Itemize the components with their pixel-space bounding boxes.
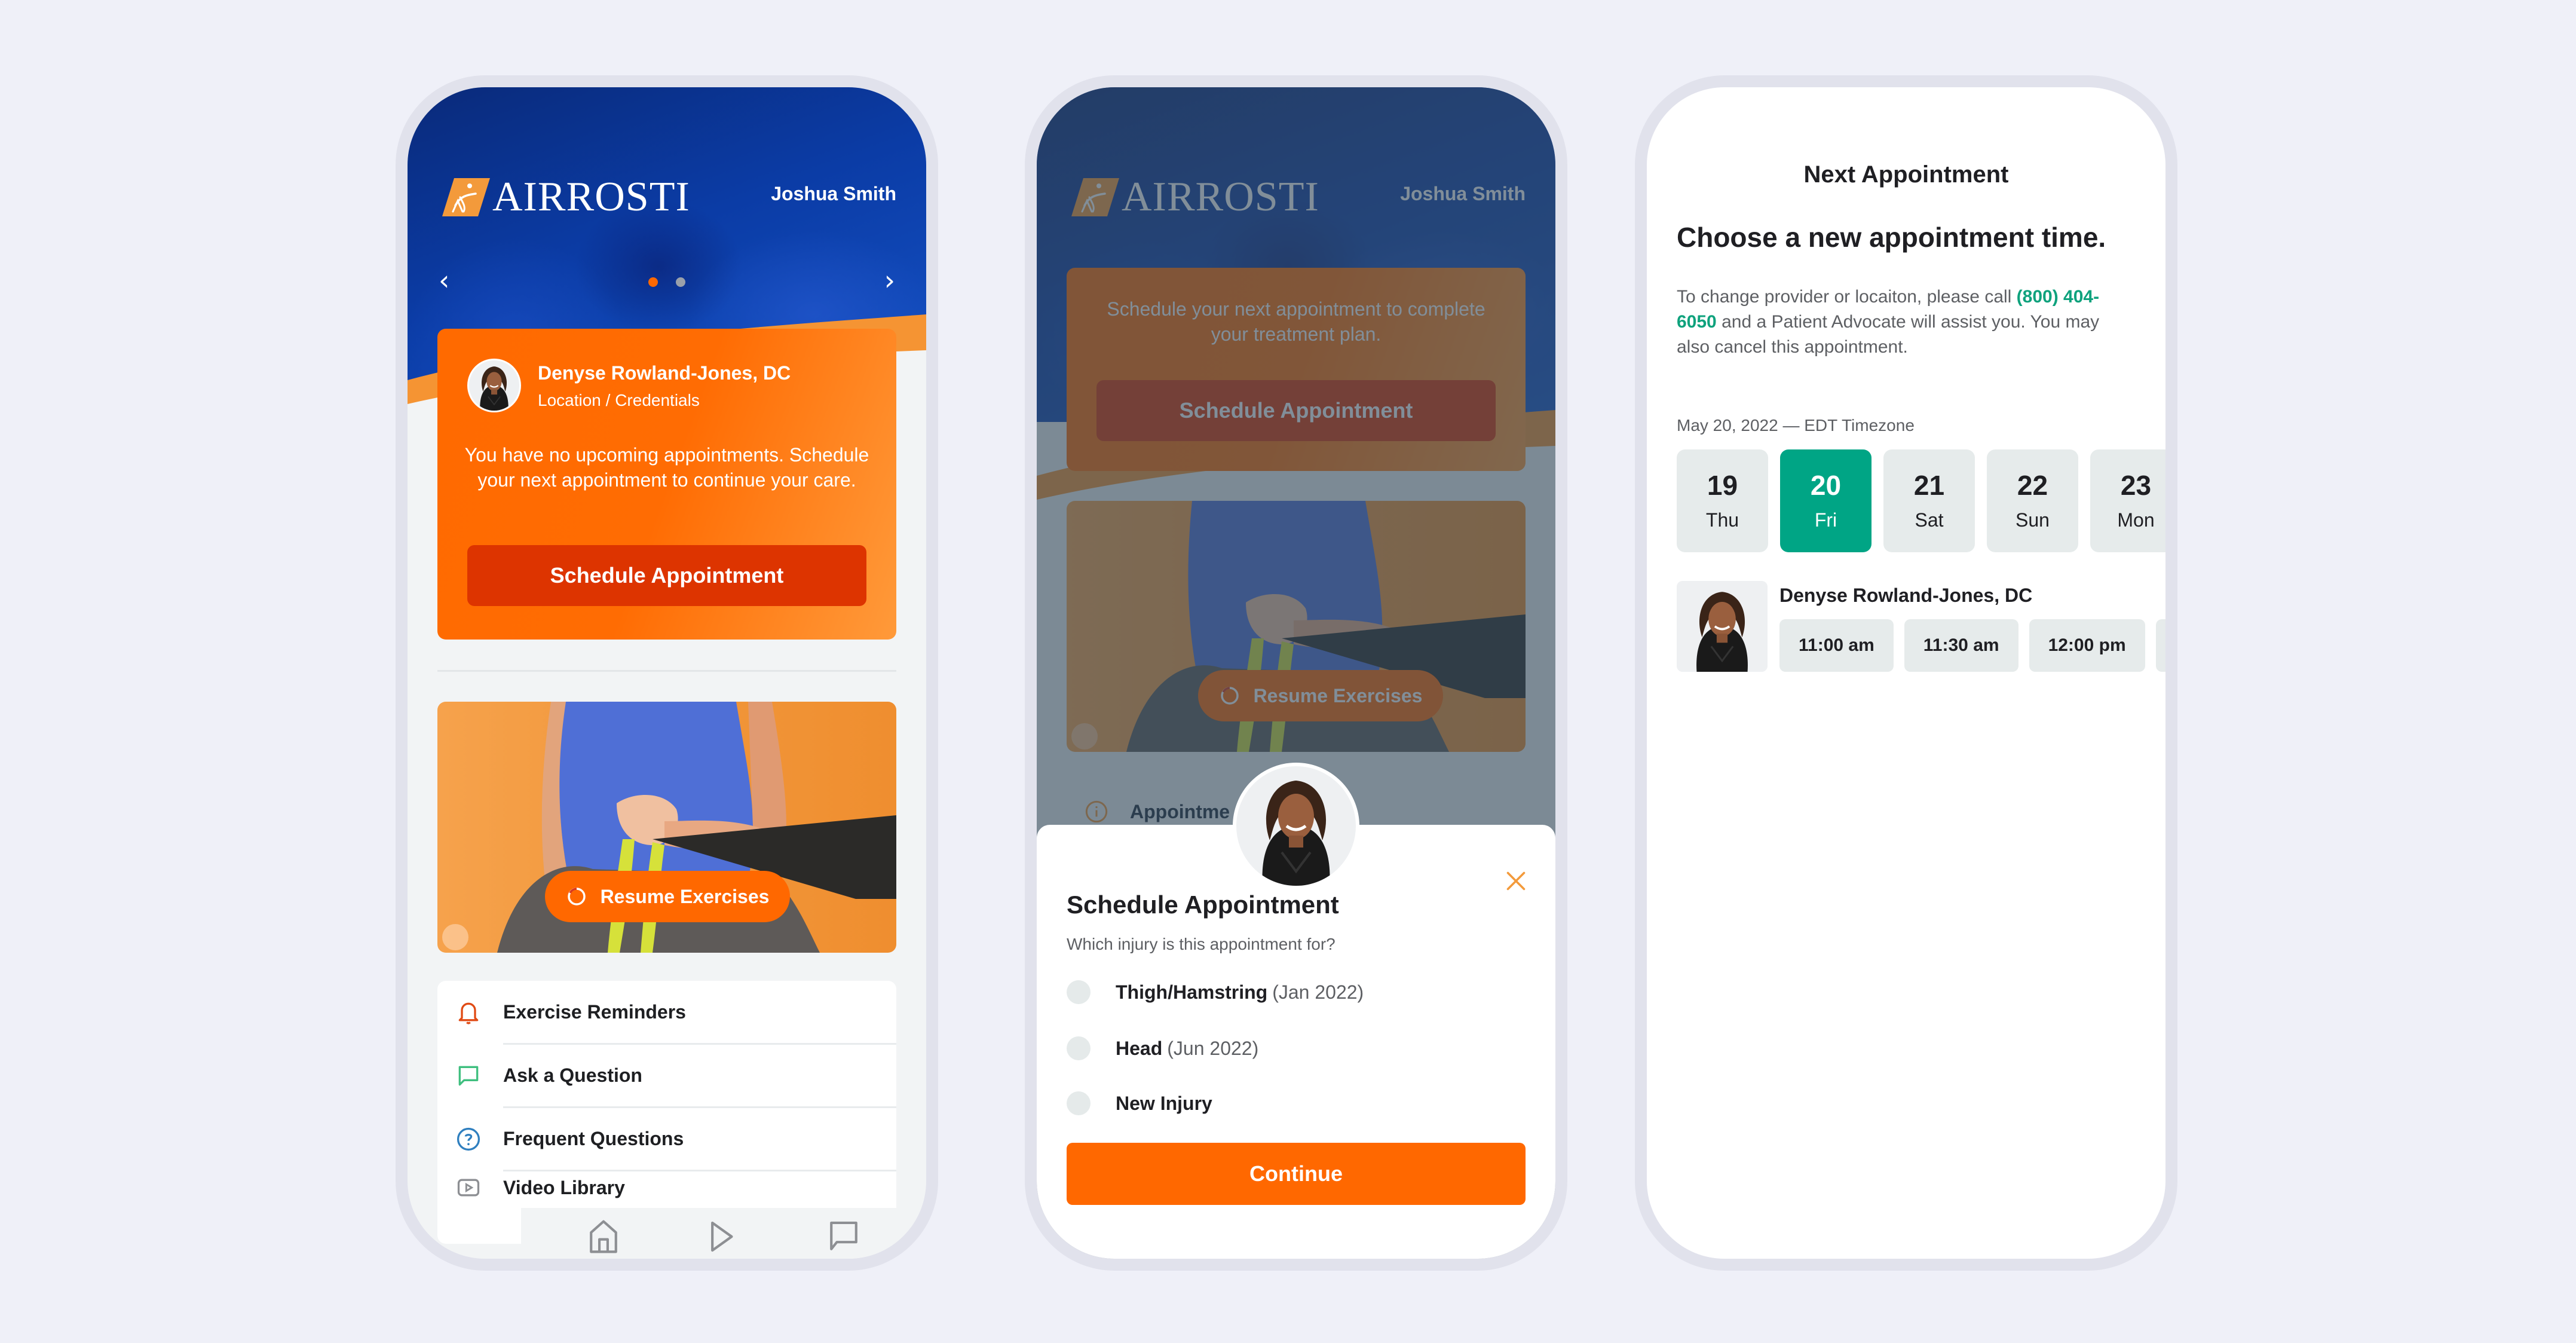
- date-weekday: Thu: [1705, 509, 1739, 531]
- time-slot-list: 11:00 am 11:30 am 12:00 pm: [1779, 619, 2165, 672]
- resume-exercises-label: Resume Exercises: [600, 885, 770, 907]
- home-screen: AIRROSTI Joshua Smith ‹ › Denyse Rowland…: [408, 87, 926, 1259]
- injury-label: Thigh/Hamstring: [1116, 981, 1268, 1003]
- menu-item-ask-a-question[interactable]: Ask a Question: [437, 1044, 896, 1107]
- home-icon[interactable]: [587, 1219, 620, 1255]
- continue-button[interactable]: Continue: [1067, 1143, 1526, 1205]
- provider-avatar: [467, 359, 521, 412]
- logo-text: AIRROSTI: [492, 174, 690, 220]
- question-circle-icon: [457, 1127, 480, 1151]
- date-option[interactable]: 23 Mon: [2090, 449, 2165, 552]
- menu-item-exercise-reminders[interactable]: Exercise Reminders: [437, 981, 896, 1044]
- phone-next-appointment-screen: Next Appointment Choose a new appointmen…: [1635, 75, 2177, 1271]
- injury-radio[interactable]: [1067, 1091, 1091, 1115]
- brand-badge-icon: [442, 924, 468, 950]
- time-slot[interactable]: 11:00 am: [1779, 619, 1894, 672]
- date-weekday: Fri: [1814, 509, 1837, 531]
- injury-date: (Jun 2022): [1167, 1037, 1259, 1059]
- time-slot[interactable]: 12:00 pm: [2029, 619, 2145, 672]
- instructions-text: To change provider or locaiton, please c…: [1677, 287, 2017, 307]
- date-option[interactable]: 21 Sat: [1883, 449, 1975, 552]
- injury-radio[interactable]: [1067, 1036, 1091, 1060]
- injury-option[interactable]: Thigh/Hamstring (Jan 2022): [1067, 980, 1364, 1004]
- provider-name: Denyse Rowland-Jones, DC: [1779, 585, 2033, 606]
- menu-item-label: Frequent Questions: [503, 1128, 684, 1149]
- menu-item-label: Ask a Question: [503, 1064, 642, 1086]
- menu-list: Exercise Reminders Ask a Question Freque…: [437, 981, 896, 1244]
- injury-option[interactable]: New Injury: [1067, 1091, 1212, 1115]
- play-icon[interactable]: [704, 1219, 737, 1255]
- modal-subtitle: Which injury is this appointment for?: [1067, 935, 1336, 953]
- date-day: 19: [1707, 470, 1738, 501]
- video-play-icon: [457, 1179, 480, 1197]
- modal-title: Schedule Appointment: [1067, 891, 1339, 919]
- message-icon[interactable]: [827, 1219, 860, 1255]
- user-name: Joshua Smith: [771, 183, 896, 204]
- chat-bubble-icon: [458, 1066, 479, 1085]
- phone-home-screen: AIRROSTI Joshua Smith ‹ › Denyse Rowland…: [396, 75, 938, 1271]
- carousel-dot-active[interactable]: [648, 277, 658, 287]
- page-title: Next Appointment: [1803, 161, 2009, 188]
- menu-item-label: Video Library: [503, 1177, 625, 1198]
- date-option-selected[interactable]: 20 Fri: [1780, 449, 1871, 552]
- injury-option[interactable]: Head (Jun 2022): [1067, 1036, 1258, 1060]
- bell-icon: [458, 1002, 479, 1024]
- time-slot-partial[interactable]: [2155, 619, 2165, 672]
- provider-name: Denyse Rowland-Jones, DC: [538, 362, 791, 384]
- provider-photo: [1677, 581, 1768, 672]
- schedule-modal-screen: AIRROSTI Joshua Smith Schedule your next…: [1037, 87, 1555, 1259]
- divider: [437, 670, 896, 672]
- resume-exercises-button[interactable]: Resume Exercises: [545, 871, 790, 922]
- phone-schedule-modal-screen: AIRROSTI Joshua Smith Schedule your next…: [1025, 75, 1567, 1271]
- instructions-text: and a Patient Advocate will assist you. …: [1677, 312, 2100, 357]
- date-option[interactable]: 22 Sun: [1987, 449, 2078, 552]
- section-heading: Choose a new appointment time.: [1677, 222, 2106, 253]
- date-day: 23: [2120, 470, 2152, 501]
- date-option[interactable]: 19 Thu: [1677, 449, 1768, 552]
- logo-mark-icon: [442, 178, 490, 216]
- provider-avatar: [1233, 763, 1359, 889]
- injury-radio[interactable]: [1067, 980, 1091, 1004]
- date-weekday: Sun: [2016, 509, 2050, 531]
- injury-date: (Jan 2022): [1272, 981, 1364, 1003]
- menu-item-label: Exercise Reminders: [503, 1001, 686, 1023]
- carousel-dots: [408, 277, 926, 287]
- carousel-dot[interactable]: [676, 277, 685, 287]
- selected-date-label: May 20, 2022 — EDT Timezone: [1677, 416, 1915, 435]
- change-provider-instructions: To change provider or locaiton, please c…: [1677, 284, 2131, 360]
- bottom-navigation: [521, 1208, 926, 1259]
- date-weekday: Mon: [2117, 509, 2155, 531]
- date-day: 22: [2017, 470, 2048, 501]
- time-slot[interactable]: 11:30 am: [1904, 619, 2018, 672]
- injury-label: New Injury: [1116, 1092, 1212, 1114]
- schedule-appointment-button[interactable]: Schedule Appointment: [467, 545, 866, 606]
- date-weekday: Sat: [1915, 509, 1944, 531]
- airrosti-logo: AIRROSTI: [442, 176, 690, 219]
- menu-item-video-library[interactable]: Video Library: [437, 1171, 896, 1213]
- progress-ring-icon: [567, 888, 586, 905]
- close-icon[interactable]: [1505, 870, 1527, 892]
- menu-item-frequent-questions[interactable]: Frequent Questions: [437, 1108, 896, 1170]
- injury-label: Head: [1116, 1037, 1163, 1059]
- date-day: 21: [1913, 470, 1945, 501]
- date-day: 20: [1810, 470, 1842, 501]
- provider-credentials: Location / Credentials: [538, 391, 700, 409]
- next-appointment-screen: Next Appointment Choose a new appointmen…: [1647, 87, 2165, 1259]
- no-appointments-message: You have no upcoming appointments. Sched…: [464, 444, 869, 491]
- date-picker: 19 Thu 20 Fri 21 Sat 22 Sun 23 Mon: [1677, 449, 2165, 552]
- exercise-card[interactable]: Resume Exercises: [437, 702, 896, 953]
- provider-card: Denyse Rowland-Jones, DC Location / Cred…: [437, 329, 896, 640]
